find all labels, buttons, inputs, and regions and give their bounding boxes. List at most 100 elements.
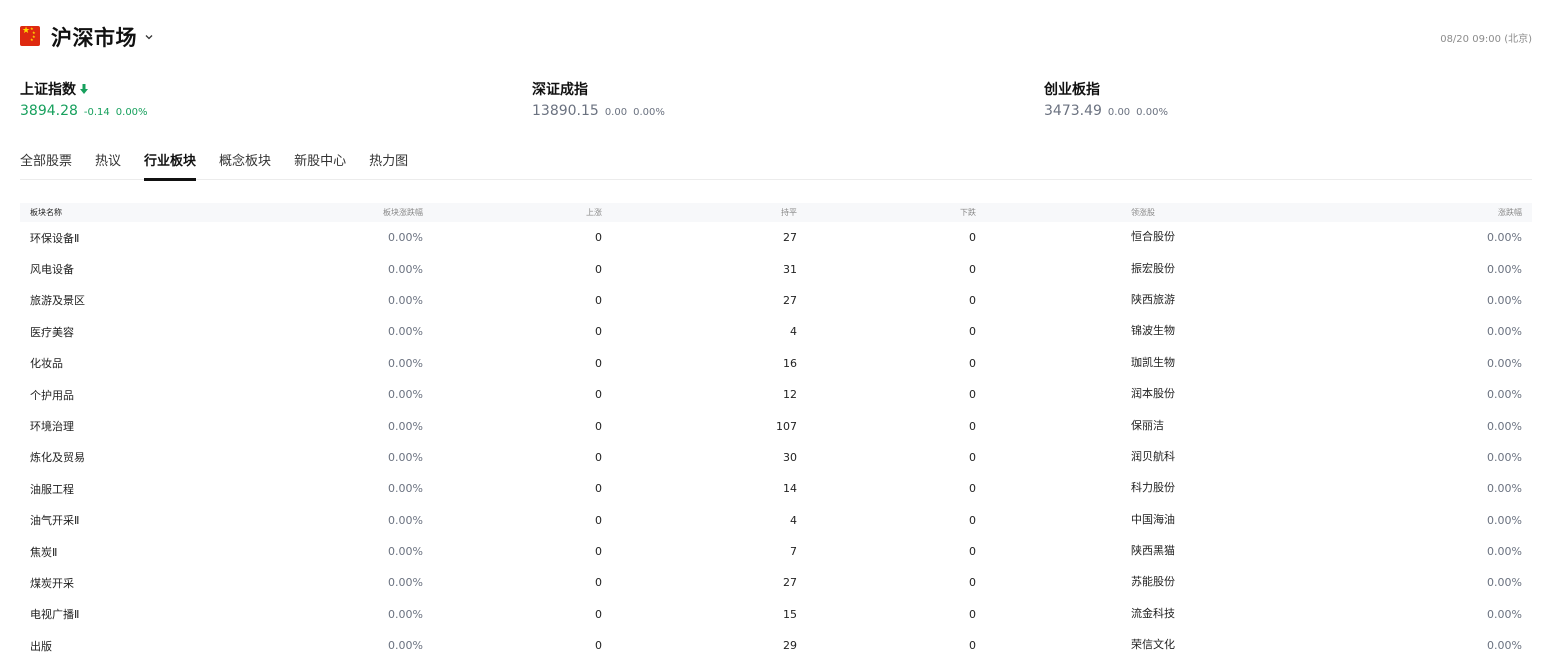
column-header-flat-count[interactable]: 持平 xyxy=(602,207,797,218)
table-row[interactable]: 旅游及景区 0.00% 0 27 0 陕西旅游 0.00% xyxy=(20,285,1532,316)
tab-ipo-center[interactable]: 新股中心 xyxy=(294,152,346,180)
index-card-shanghai[interactable]: 上证指数 3894.28 -0.14 0.00% xyxy=(20,80,148,119)
sector-name: 环境治理 xyxy=(30,420,74,434)
table-row[interactable]: 煤炭开采 0.00% 0 27 0 苏能股份 0.00% xyxy=(20,567,1532,598)
flat-count: 30 xyxy=(783,450,797,464)
index-name: 上证指数 xyxy=(20,82,76,98)
table-row[interactable]: 焦炭Ⅱ 0.00% 0 7 0 陕西黑猫 0.00% xyxy=(20,536,1532,567)
market-title: 沪深市场 xyxy=(51,26,137,50)
leading-stock[interactable]: 流金科技 xyxy=(976,605,1285,621)
sector-change: 0.00% xyxy=(388,607,423,621)
up-count: 0 xyxy=(595,513,602,527)
flat-count: 29 xyxy=(783,639,797,653)
table-row[interactable]: 油服工程 0.00% 0 14 0 科力股份 0.00% xyxy=(20,473,1532,504)
column-header-down-count[interactable]: 下跌 xyxy=(797,207,976,218)
leading-stock[interactable]: 恒合股份 xyxy=(976,228,1285,244)
table-row[interactable]: 个护用品 0.00% 0 12 0 润本股份 0.00% xyxy=(20,379,1532,410)
down-count: 0 xyxy=(969,293,976,307)
sector-change: 0.00% xyxy=(388,639,423,653)
tab-heatmap[interactable]: 热力图 xyxy=(369,152,408,180)
down-count: 0 xyxy=(969,639,976,653)
table-row[interactable]: 环保设备Ⅱ 0.00% 0 27 0 恒合股份 0.00% xyxy=(20,222,1532,253)
sector-name: 个护用品 xyxy=(30,388,74,402)
market-tabs: 全部股票 热议 行业板块 概念板块 新股中心 热力图 xyxy=(20,152,1532,181)
table-row[interactable]: 医疗美容 0.00% 0 4 0 锦波生物 0.00% xyxy=(20,316,1532,347)
index-change-percent: 0.00% xyxy=(633,107,665,118)
sector-name: 电视广播Ⅱ xyxy=(30,608,80,622)
sector-name: 炼化及贸易 xyxy=(30,451,85,465)
flat-count: 4 xyxy=(790,513,797,527)
leading-stock[interactable]: 荣信文化 xyxy=(976,636,1285,652)
table-row[interactable]: 油气开采Ⅱ 0.00% 0 4 0 中国海油 0.00% xyxy=(20,505,1532,536)
down-count: 0 xyxy=(969,607,976,621)
column-header-leading-change[interactable]: 涨跌幅 xyxy=(1231,207,1532,218)
column-header-leading-stock[interactable]: 领涨股 xyxy=(976,207,1231,218)
sector-change: 0.00% xyxy=(388,262,423,276)
table-row[interactable]: 环境治理 0.00% 0 107 0 保丽洁 0.00% xyxy=(20,410,1532,441)
sector-change: 0.00% xyxy=(388,419,423,433)
leading-stock[interactable]: 科力股份 xyxy=(976,479,1285,495)
leading-stock[interactable]: 润本股份 xyxy=(976,385,1285,401)
sector-change: 0.00% xyxy=(388,231,423,245)
column-header-sector-name[interactable]: 板块名称 xyxy=(20,207,383,218)
up-count: 0 xyxy=(595,482,602,496)
index-change-percent: 0.00% xyxy=(115,107,148,118)
leading-stock-change: 0.00% xyxy=(1487,545,1522,559)
index-name: 深证成指 xyxy=(532,82,588,98)
page-header: ★ ★ ★ ★ ★ 沪深市场 08/20 09:00 (北京) xyxy=(20,22,1532,52)
sector-change: 0.00% xyxy=(388,482,423,496)
flat-count: 14 xyxy=(783,482,797,496)
sector-name: 油服工程 xyxy=(30,482,74,496)
leading-stock[interactable]: 陕西黑猫 xyxy=(976,542,1285,558)
sector-name: 煤炭开采 xyxy=(30,576,74,590)
sector-table: 板块名称 板块涨跌幅 上涨 持平 下跌 领涨股 涨跌幅 环保设备Ⅱ 0.00% 0 2… xyxy=(20,203,1532,659)
leading-stock-change: 0.00% xyxy=(1487,450,1522,464)
up-count: 0 xyxy=(595,545,602,559)
index-card-shenzhen[interactable]: 深证成指 13890.15 0.00 0.00% xyxy=(532,80,665,119)
down-count: 0 xyxy=(969,450,976,464)
index-change: -0.14 xyxy=(83,107,110,118)
up-count: 0 xyxy=(595,607,602,621)
leading-stock-change: 0.00% xyxy=(1487,356,1522,370)
sector-name: 焦炭Ⅱ xyxy=(30,545,58,559)
sector-name: 油气开采Ⅱ xyxy=(30,514,80,528)
down-count: 0 xyxy=(969,262,976,276)
leading-stock[interactable]: 中国海油 xyxy=(976,511,1285,527)
up-count: 0 xyxy=(595,262,602,276)
table-row[interactable]: 化妆品 0.00% 0 16 0 珈凯生物 0.00% xyxy=(20,348,1532,379)
index-price: 3473.49 xyxy=(1044,103,1102,119)
flat-count: 7 xyxy=(790,545,797,559)
index-card-chinext[interactable]: 创业板指 3473.49 0.00 0.00% xyxy=(1044,80,1168,119)
flat-count: 15 xyxy=(783,607,797,621)
down-count: 0 xyxy=(969,388,976,402)
leading-stock[interactable]: 苏能股份 xyxy=(976,573,1285,589)
sector-change: 0.00% xyxy=(388,293,423,307)
leading-stock-change: 0.00% xyxy=(1487,293,1522,307)
flat-count: 16 xyxy=(783,356,797,370)
table-row[interactable]: 出版 0.00% 0 29 0 荣信文化 0.00% xyxy=(20,630,1532,659)
column-header-sector-change[interactable]: 板块涨跌幅 xyxy=(383,207,423,218)
table-row[interactable]: 电视广播Ⅱ 0.00% 0 15 0 流金科技 0.00% xyxy=(20,599,1532,630)
column-header-up-count[interactable]: 上涨 xyxy=(423,207,602,218)
up-count: 0 xyxy=(595,293,602,307)
leading-stock[interactable]: 振宏股份 xyxy=(976,260,1285,276)
leading-stock-change: 0.00% xyxy=(1487,231,1522,245)
tab-industry-sectors[interactable]: 行业板块 xyxy=(144,152,197,181)
index-price: 13890.15 xyxy=(532,103,599,119)
tab-concept-sectors[interactable]: 概念板块 xyxy=(219,152,271,180)
table-row[interactable]: 炼化及贸易 0.00% 0 30 0 润贝航科 0.00% xyxy=(20,442,1532,473)
tab-hot-discussion[interactable]: 热议 xyxy=(95,152,121,180)
up-count: 0 xyxy=(595,639,602,653)
leading-stock[interactable]: 锦波生物 xyxy=(976,322,1285,338)
leading-stock[interactable]: 陕西旅游 xyxy=(976,291,1285,307)
leading-stock[interactable]: 珈凯生物 xyxy=(976,354,1285,370)
leading-stock[interactable]: 保丽洁 xyxy=(976,417,1285,433)
leading-stock-change: 0.00% xyxy=(1487,388,1522,402)
sector-change: 0.00% xyxy=(388,325,423,339)
down-count: 0 xyxy=(969,513,976,527)
tab-all-stocks[interactable]: 全部股票 xyxy=(20,152,72,180)
table-row[interactable]: 风电设备 0.00% 0 31 0 振宏股份 0.00% xyxy=(20,253,1532,284)
market-selector[interactable]: 沪深市场 xyxy=(51,22,155,52)
leading-stock[interactable]: 润贝航科 xyxy=(976,448,1285,464)
up-count: 0 xyxy=(595,356,602,370)
